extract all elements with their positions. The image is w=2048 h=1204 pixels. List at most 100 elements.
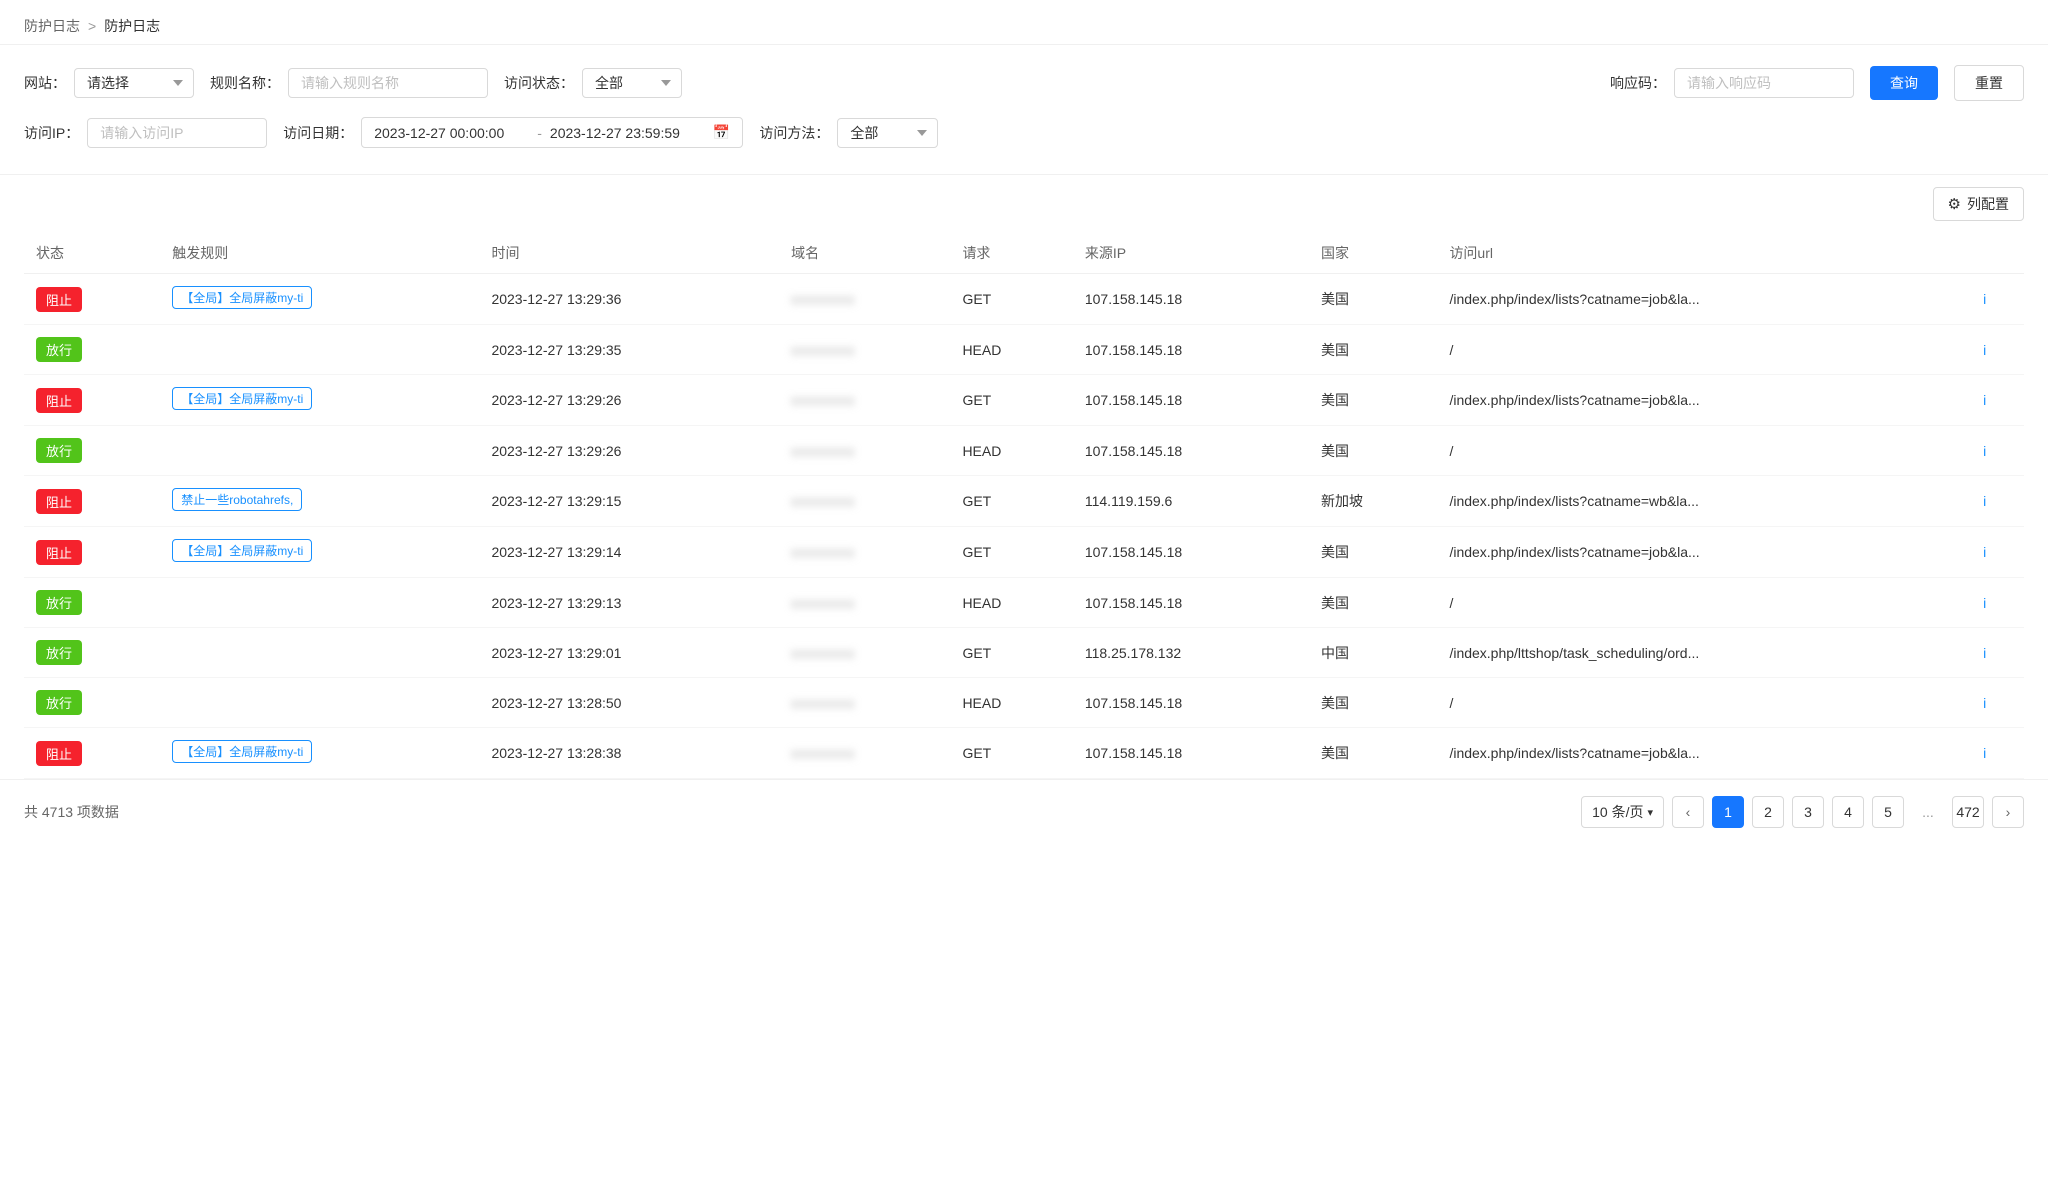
page-3-button[interactable]: 3 <box>1792 796 1824 828</box>
detail-icon[interactable]: i <box>1983 493 1986 509</box>
cell-source-ip: 107.158.145.18 <box>1073 274 1309 325</box>
filter-area: 网站： 请选择 规则名称： 访问状态： 全部 阻止 放行 响应码： <box>0 45 2048 175</box>
cell-source-ip: 114.119.159.6 <box>1073 476 1309 527</box>
query-button[interactable]: 查询 <box>1870 66 1938 100</box>
cell-country: 美国 <box>1309 274 1437 325</box>
site-label: 网站： <box>24 73 66 93</box>
cell-domain: xxxxxxxx <box>779 527 950 578</box>
cell-time: 2023-12-27 13:29:26 <box>479 375 779 426</box>
cell-url: /index.php/index/lists?catname=job&la... <box>1437 375 1971 426</box>
table-row: 放行 2023-12-27 13:29:13 xxxxxxxx HEAD 107… <box>24 578 2024 628</box>
response-code-input[interactable] <box>1674 68 1854 98</box>
cell-source-ip: 107.158.145.18 <box>1073 325 1309 375</box>
date-range-picker[interactable]: - 📅 <box>361 117 743 148</box>
cell-detail[interactable]: i <box>1971 678 2024 728</box>
cell-detail[interactable]: i <box>1971 274 2024 325</box>
cell-source-ip: 107.158.145.18 <box>1073 527 1309 578</box>
status-badge: 阻止 <box>36 287 82 312</box>
reset-button[interactable]: 重置 <box>1954 65 2024 101</box>
site-select[interactable]: 请选择 <box>74 68 194 98</box>
table-row: 放行 2023-12-27 13:29:26 xxxxxxxx HEAD 107… <box>24 426 2024 476</box>
page-ellipsis: ... <box>1912 796 1944 828</box>
access-ip-label: 访问IP： <box>24 123 79 143</box>
cell-detail[interactable]: i <box>1971 628 2024 678</box>
cell-status: 放行 <box>24 578 160 628</box>
cell-rule <box>160 325 479 375</box>
cell-domain: xxxxxxxx <box>779 578 950 628</box>
filter-access-date: 访问日期： - 📅 <box>283 117 743 148</box>
cell-detail[interactable]: i <box>1971 527 2024 578</box>
detail-icon[interactable]: i <box>1983 645 1986 661</box>
rule-tag[interactable]: 【全局】全局屏蔽my-ti <box>172 539 312 562</box>
cell-time: 2023-12-27 13:29:36 <box>479 274 779 325</box>
cell-url: / <box>1437 325 1971 375</box>
calendar-icon[interactable]: 📅 <box>713 124 730 141</box>
access-status-select[interactable]: 全部 阻止 放行 <box>582 68 682 98</box>
cell-status: 阻止 <box>24 728 160 779</box>
status-badge: 阻止 <box>36 489 82 514</box>
cell-detail[interactable]: i <box>1971 375 2024 426</box>
rule-tag[interactable]: 【全局】全局屏蔽my-ti <box>172 286 312 309</box>
detail-icon[interactable]: i <box>1983 291 1986 307</box>
cell-url: /index.php/index/lists?catname=job&la... <box>1437 274 1971 325</box>
col-request: 请求 <box>950 233 1072 274</box>
detail-icon[interactable]: i <box>1983 595 1986 611</box>
cell-detail[interactable]: i <box>1971 476 2024 527</box>
cell-detail[interactable]: i <box>1971 325 2024 375</box>
response-code-label: 响应码： <box>1610 73 1666 93</box>
filter-row-2: 访问IP： 访问日期： - 📅 访问方法： 全部 GET POST H <box>24 117 2024 148</box>
page-last-button[interactable]: 472 <box>1952 796 1984 828</box>
access-method-select[interactable]: 全部 GET POST HEAD PUT DELETE <box>837 118 938 148</box>
cell-status: 阻止 <box>24 274 160 325</box>
page-4-button[interactable]: 4 <box>1832 796 1864 828</box>
cell-request: GET <box>950 274 1072 325</box>
detail-icon[interactable]: i <box>1983 342 1986 358</box>
next-page-button[interactable]: › <box>1992 796 2024 828</box>
cell-detail[interactable]: i <box>1971 728 2024 779</box>
cell-country: 美国 <box>1309 527 1437 578</box>
page-2-button[interactable]: 2 <box>1752 796 1784 828</box>
page-size-label: 10 条/页 <box>1592 802 1643 822</box>
filter-access-method: 访问方法： 全部 GET POST HEAD PUT DELETE <box>759 118 938 148</box>
cell-time: 2023-12-27 13:29:01 <box>479 628 779 678</box>
table-row: 阻止 【全局】全局屏蔽my-ti 2023-12-27 13:29:14 xxx… <box>24 527 2024 578</box>
date-start-input[interactable] <box>374 125 529 141</box>
cell-country: 美国 <box>1309 375 1437 426</box>
cell-country: 美国 <box>1309 578 1437 628</box>
cell-domain: xxxxxxxx <box>779 476 950 527</box>
chevron-down-icon: ▾ <box>1647 806 1653 819</box>
detail-icon[interactable]: i <box>1983 544 1986 560</box>
page-5-button[interactable]: 5 <box>1872 796 1904 828</box>
access-ip-input[interactable] <box>87 118 267 148</box>
breadcrumb-separator: > <box>88 18 96 34</box>
rule-input[interactable] <box>288 68 488 98</box>
detail-icon[interactable]: i <box>1983 745 1986 761</box>
page-size-selector[interactable]: 10 条/页 ▾ <box>1581 796 1664 828</box>
cell-time: 2023-12-27 13:28:38 <box>479 728 779 779</box>
breadcrumb-parent[interactable]: 防护日志 <box>24 16 80 36</box>
page-1-button[interactable]: 1 <box>1712 796 1744 828</box>
cell-url: / <box>1437 578 1971 628</box>
access-date-label: 访问日期： <box>283 123 353 143</box>
cell-url: /index.php/lttshop/task_scheduling/ord..… <box>1437 628 1971 678</box>
cell-detail[interactable]: i <box>1971 426 2024 476</box>
cell-status: 阻止 <box>24 375 160 426</box>
status-badge: 阻止 <box>36 741 82 766</box>
cell-domain: xxxxxxxx <box>779 325 950 375</box>
status-badge: 放行 <box>36 438 82 463</box>
cell-rule: 【全局】全局屏蔽my-ti <box>160 274 479 325</box>
cell-country: 美国 <box>1309 728 1437 779</box>
col-config-button[interactable]: ⚙ 列配置 <box>1933 187 2024 221</box>
cell-rule: 禁止一些robotahrefs, <box>160 476 479 527</box>
col-country: 国家 <box>1309 233 1437 274</box>
date-end-input[interactable] <box>550 125 705 141</box>
cell-detail[interactable]: i <box>1971 578 2024 628</box>
rule-tag[interactable]: 【全局】全局屏蔽my-ti <box>172 387 312 410</box>
detail-icon[interactable]: i <box>1983 443 1986 459</box>
prev-page-button[interactable]: ‹ <box>1672 796 1704 828</box>
detail-icon[interactable]: i <box>1983 392 1986 408</box>
rule-tag[interactable]: 禁止一些robotahrefs, <box>172 488 302 511</box>
detail-icon[interactable]: i <box>1983 695 1986 711</box>
col-url: 访问url <box>1437 233 1971 274</box>
rule-tag[interactable]: 【全局】全局屏蔽my-ti <box>172 740 312 763</box>
